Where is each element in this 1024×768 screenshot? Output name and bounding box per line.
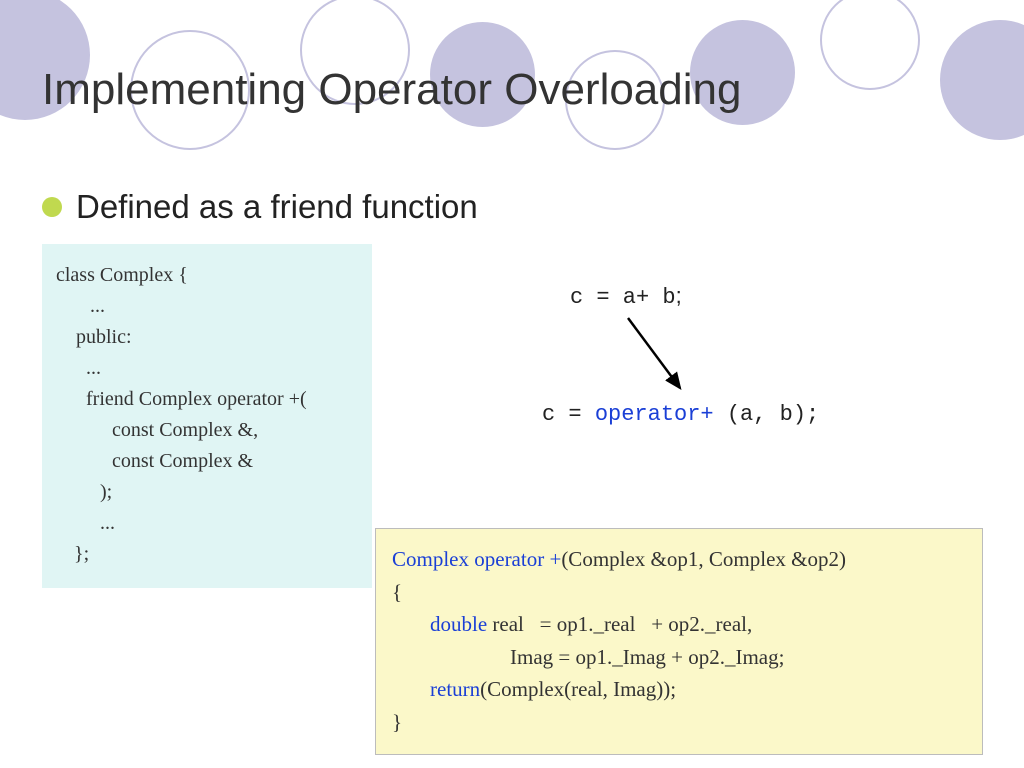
code-keyword: Complex operator + [392, 547, 561, 571]
bullet-icon [42, 197, 62, 217]
code-line: ... [56, 353, 358, 384]
expr-text: b [649, 285, 675, 310]
code-line: const Complex & [56, 446, 358, 477]
expression-resolved: c = operator+ (a, b); [542, 402, 819, 427]
expr-operator: operator+ [595, 402, 714, 427]
expr-text: ; [676, 283, 682, 308]
code-text: real = op1._real + op2._real, [487, 612, 752, 636]
class-declaration-code: class Complex { ... public: ... friend C… [42, 244, 372, 588]
expr-text: (a, b); [714, 402, 820, 427]
expr-text: c = a [570, 285, 636, 310]
code-line: ); [56, 477, 358, 508]
code-line: { [392, 576, 966, 609]
expression-original: c = a+ b; [570, 283, 682, 310]
code-text: (Complex(real, Imag)); [480, 677, 676, 701]
expr-text: + [636, 285, 649, 310]
code-line: public: [56, 322, 358, 353]
code-line: friend Complex operator +( [56, 384, 358, 415]
arrow-icon [610, 310, 710, 400]
code-line: return(Complex(real, Imag)); [392, 673, 966, 706]
code-keyword: double [430, 612, 487, 636]
slide-title: Implementing Operator Overloading [42, 65, 741, 115]
code-line: const Complex &, [56, 415, 358, 446]
bullet-item: Defined as a friend function [42, 188, 478, 226]
code-line: ... [56, 508, 358, 539]
code-line: class Complex { [56, 260, 358, 291]
code-line: double real = op1._real + op2._real, [392, 608, 966, 641]
code-line: }; [56, 539, 358, 570]
expr-text: c = [542, 402, 595, 427]
code-text: (Complex &op1, Complex &op2) [561, 547, 846, 571]
code-keyword: return [430, 677, 480, 701]
implementation-code: Complex operator +(Complex &op1, Complex… [375, 528, 983, 755]
bullet-text: Defined as a friend function [76, 188, 478, 226]
code-line: } [392, 706, 966, 739]
code-line: Imag = op1._Imag + op2._Imag; [392, 641, 966, 674]
code-line: Complex operator +(Complex &op1, Complex… [392, 543, 966, 576]
code-line: ... [56, 291, 358, 322]
